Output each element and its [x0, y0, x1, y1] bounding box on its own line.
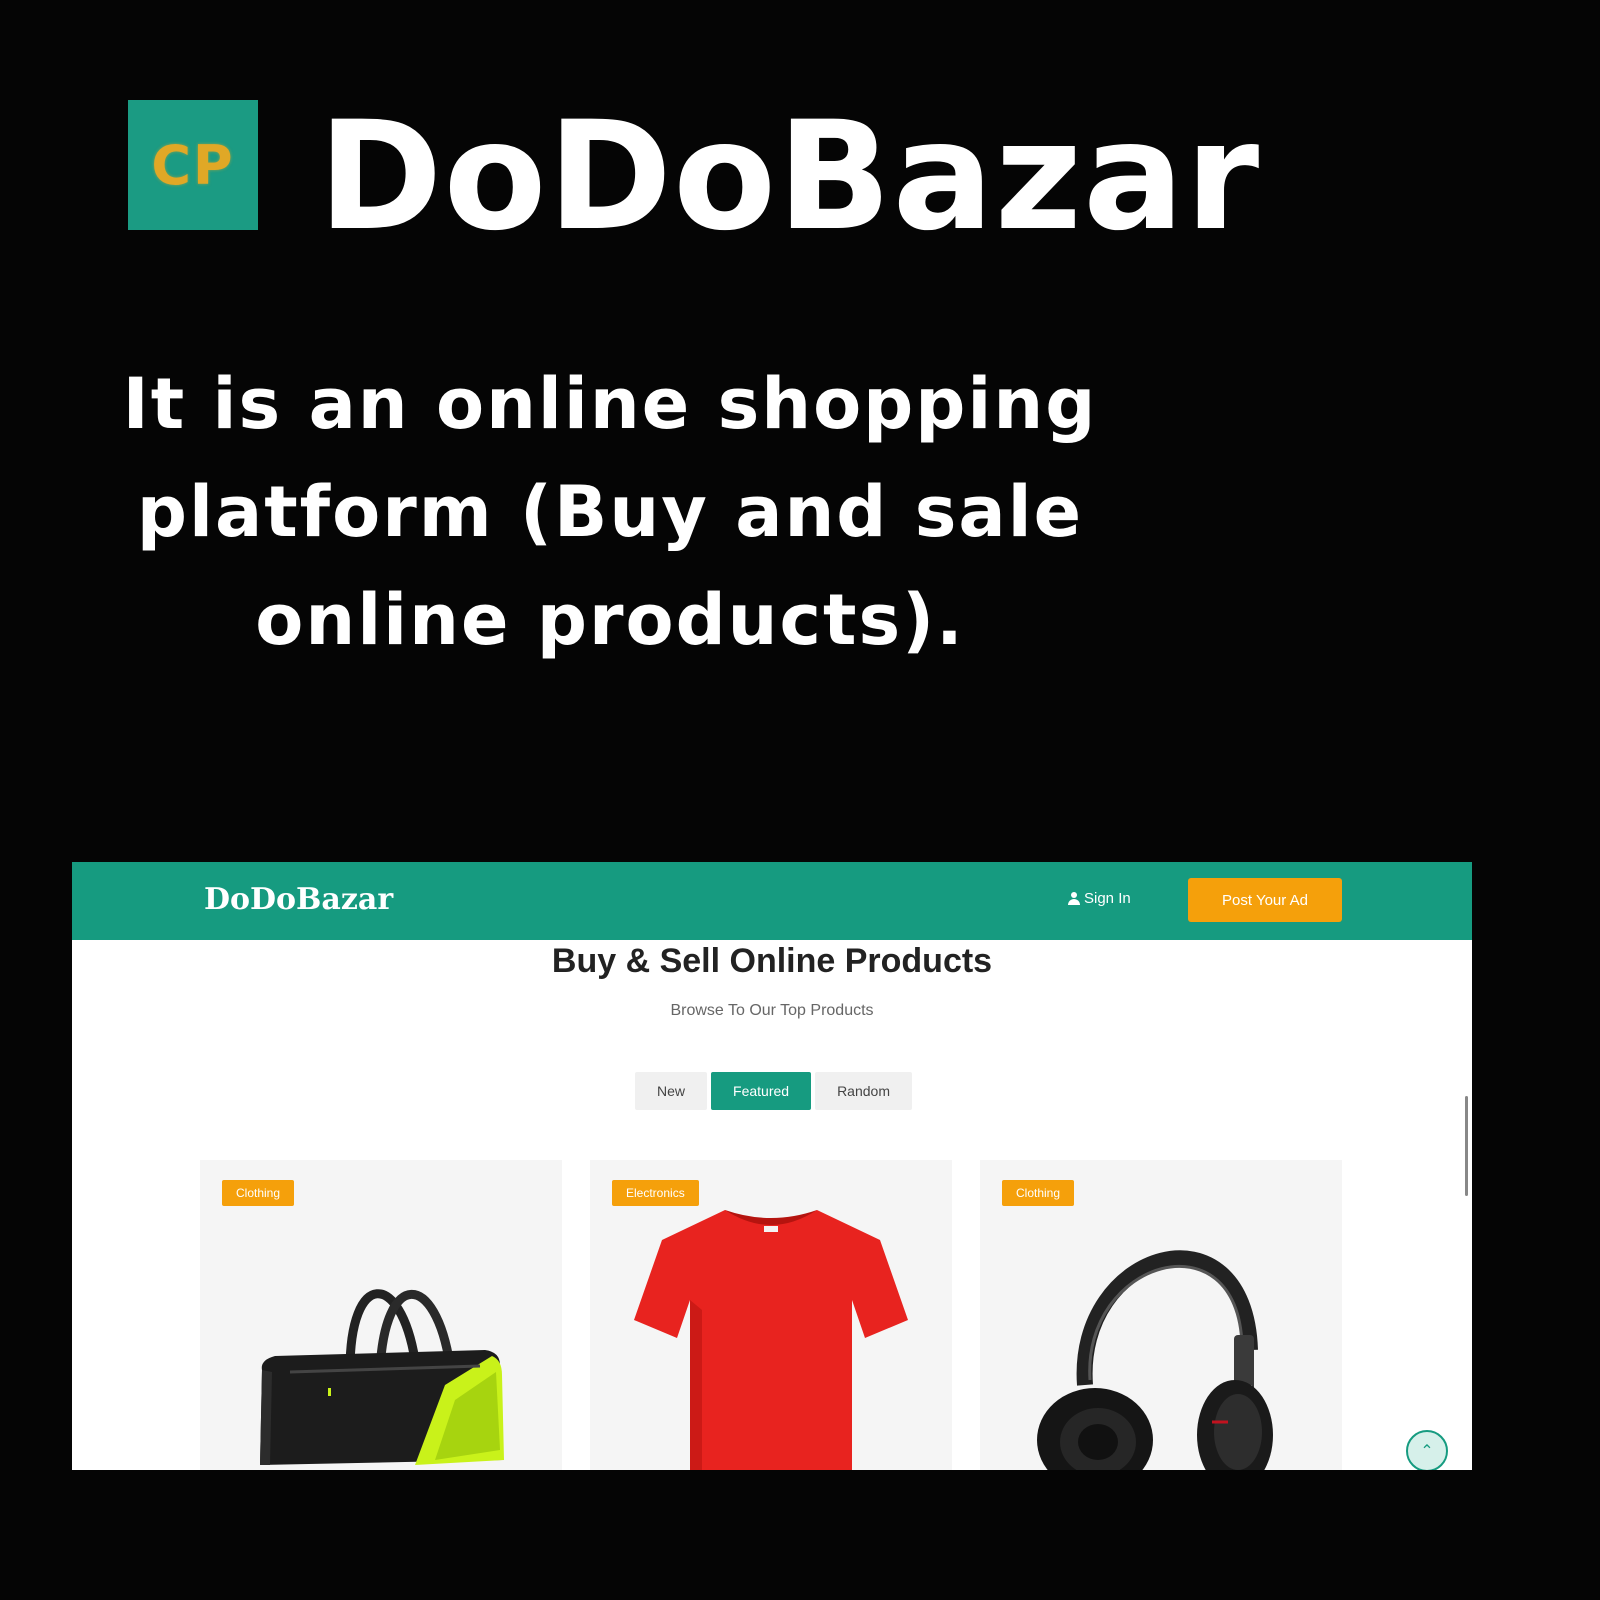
- sign-in-label: Sign In: [1084, 890, 1131, 907]
- page-subtitle: Browse To Our Top Products: [670, 1002, 874, 1019]
- nav-brand-logo[interactable]: DoDoBazar: [204, 882, 393, 917]
- category-badge[interactable]: Electronics: [612, 1180, 699, 1206]
- category-badge[interactable]: Clothing: [222, 1180, 295, 1206]
- page-title: Buy & Sell Online Products: [551, 942, 993, 980]
- website-screenshot: DoDoBazar Sign In Post Your Ad Buy & Sel…: [72, 862, 1472, 1470]
- category-badge[interactable]: Clothing: [1002, 1180, 1075, 1206]
- navbar: DoDoBazar Sign In Post Your Ad: [72, 862, 1472, 940]
- user-icon: [1068, 892, 1080, 905]
- tab-new[interactable]: New: [635, 1072, 708, 1110]
- poster: CP DoDoBazar It is an online shopping pl…: [0, 0, 1600, 1600]
- duffel-bag-image: [260, 1289, 504, 1465]
- tab-featured[interactable]: Featured: [711, 1072, 812, 1110]
- double-chevron-up-icon: ⌃: [1420, 1443, 1434, 1460]
- cp-logo: CP: [128, 100, 258, 230]
- tab-random[interactable]: Random: [815, 1072, 912, 1110]
- sign-in-link[interactable]: Sign In: [1068, 890, 1131, 907]
- page-scrollbar[interactable]: [1465, 1096, 1468, 1196]
- headphones-image: [1037, 1250, 1273, 1470]
- product-filter-tabs: New Featured Random: [635, 1072, 912, 1110]
- product-card[interactable]: Electronics: [590, 1160, 952, 1470]
- red-tshirt-image: [634, 1210, 908, 1470]
- post-your-ad-button[interactable]: Post Your Ad: [1188, 878, 1342, 922]
- poster-brand-title: DoDoBazar: [318, 90, 1261, 264]
- product-card[interactable]: Clothing: [980, 1160, 1342, 1470]
- product-card[interactable]: Clothing: [200, 1160, 562, 1470]
- scroll-to-top-button[interactable]: ⌃: [1406, 1430, 1448, 1470]
- cp-logo-text: CP: [151, 133, 235, 197]
- poster-tagline: It is an online shopping platform (Buy a…: [122, 363, 1098, 661]
